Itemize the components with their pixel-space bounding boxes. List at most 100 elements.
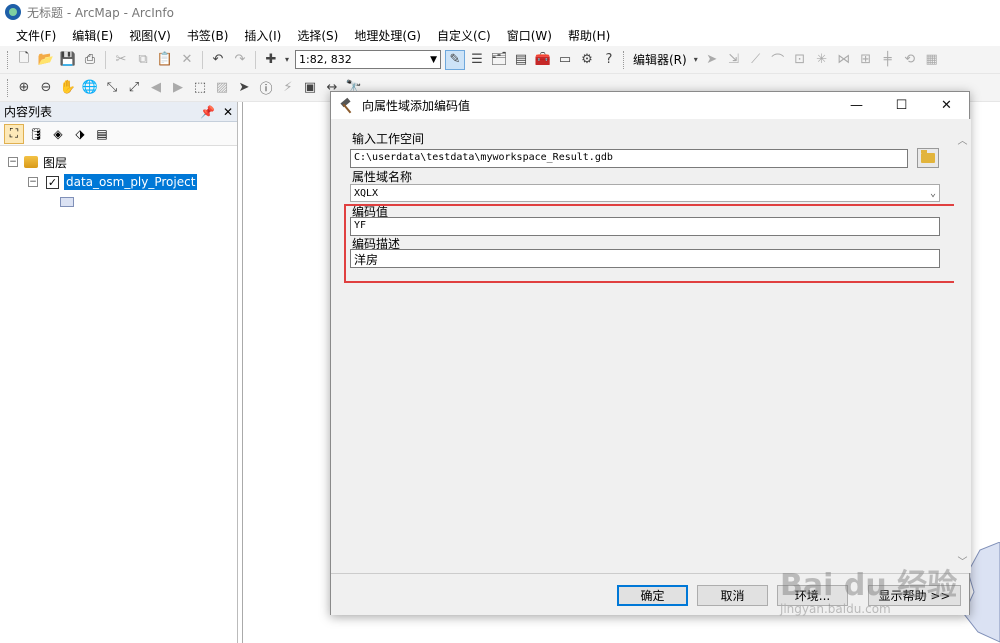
editor-menu-button[interactable]: 编辑器(R)	[629, 51, 691, 68]
cancel-button[interactable]: 取消	[697, 585, 768, 606]
menu-insert[interactable]: 插入(I)	[236, 27, 289, 44]
menubar: 文件(F) 编辑(E) 视图(V) 书签(B) 插入(I) 选择(S) 地理处理…	[0, 24, 1000, 46]
window-title: 无标题 - ArcMap - ArcInfo	[27, 5, 174, 20]
list-by-source-icon[interactable]: 🛢	[26, 124, 46, 144]
undo-icon[interactable]: ↶	[208, 50, 228, 70]
pan-icon[interactable]: ✋	[58, 78, 78, 98]
whats-this-icon[interactable]: ?	[599, 50, 619, 70]
domain-label: 属性域名称	[352, 170, 413, 184]
watermark-sub: jingyan.baidu.com	[780, 602, 891, 616]
full-extent-icon[interactable]: 🌐	[80, 78, 100, 98]
paste-icon[interactable]: 📋	[155, 50, 175, 70]
browse-button[interactable]	[917, 148, 939, 168]
hammer-icon	[339, 98, 355, 114]
layer-tree: − 图层 − ✓ data_osm_ply_Project	[0, 146, 237, 212]
search-window-icon[interactable]: ▤	[511, 50, 531, 70]
list-by-selection-icon[interactable]: ⬗	[70, 124, 90, 144]
list-by-visibility-icon[interactable]: ◈	[48, 124, 68, 144]
editor-toolbar-icon[interactable]: ✎	[445, 49, 465, 70]
layers-root-label[interactable]: 图层	[43, 154, 67, 171]
edit-vertices-icon[interactable]: ⋈	[834, 50, 854, 70]
endpoint-arc-icon[interactable]: ⌒	[768, 50, 788, 70]
trace-icon[interactable]: ⊡	[790, 50, 810, 70]
attributes-icon[interactable]: ▦	[922, 50, 942, 70]
edit-annotation-icon[interactable]: ⇲	[724, 50, 744, 70]
domain-select[interactable]: XQLX ⌄	[350, 184, 940, 202]
redo-icon[interactable]: ↷	[230, 50, 250, 70]
point-icon[interactable]: ✳	[812, 50, 832, 70]
dialog-body: 输入工作空间 C:\userdata\testdata\myworkspace_…	[337, 119, 971, 573]
save-icon[interactable]: 💾	[58, 50, 78, 70]
back-icon[interactable]: ◀	[146, 78, 166, 98]
print-icon[interactable]: ⎙	[80, 50, 100, 70]
close-icon[interactable]: ✕	[924, 92, 969, 119]
toc-window-icon[interactable]: ☰	[467, 50, 487, 70]
zoom-in-icon[interactable]: ⊕	[14, 78, 34, 98]
menu-customize[interactable]: 自定义(C)	[429, 27, 499, 44]
maximize-icon[interactable]: ☐	[879, 92, 924, 119]
html-popup-icon[interactable]: ▣	[300, 78, 320, 98]
menu-windows[interactable]: 窗口(W)	[499, 27, 560, 44]
folder-icon	[921, 150, 935, 163]
toc-toolbar: ⛶ 🛢 ◈ ⬗ ▤	[0, 122, 237, 146]
new-document-icon[interactable]: 🗋	[14, 50, 34, 70]
minimize-icon[interactable]: —	[834, 92, 879, 119]
pin-icon[interactable]: 📌	[200, 105, 215, 119]
toc-header: 内容列表 📌 ✕	[0, 102, 237, 122]
rotate-icon[interactable]: ⟲	[900, 50, 920, 70]
workspace-label: 输入工作空间	[352, 132, 425, 146]
dialog-scrollbar[interactable]: ︿ ﹀	[954, 119, 971, 573]
reshape-icon[interactable]: ⊞	[856, 50, 876, 70]
workspace-input[interactable]: C:\userdata\testdata\myworkspace_Result.…	[350, 149, 908, 168]
tree-row-symbol	[0, 192, 237, 212]
list-by-drawing-order-icon[interactable]: ⛶	[4, 123, 24, 144]
edit-tool-icon[interactable]: ➤	[702, 50, 722, 70]
clear-selection-icon[interactable]: ▨	[212, 78, 232, 98]
fixed-zoom-out-icon[interactable]: ⤢	[124, 78, 144, 98]
watermark-main: Bai du 经验	[780, 568, 958, 603]
modelbuilder-icon[interactable]: ⚙	[577, 50, 597, 70]
collapse-icon[interactable]: −	[28, 177, 38, 187]
arcmap-logo-icon	[5, 4, 21, 20]
menu-bookmarks[interactable]: 书签(B)	[179, 27, 237, 44]
close-icon[interactable]: ✕	[223, 105, 233, 119]
chevron-down-icon[interactable]: ▾	[692, 50, 700, 70]
domain-select-value: XQLX	[354, 187, 379, 199]
layer-visibility-checkbox[interactable]: ✓	[46, 175, 59, 189]
chevron-down-icon[interactable]: ▾	[283, 50, 291, 70]
forward-icon[interactable]: ▶	[168, 78, 188, 98]
python-window-icon[interactable]: ▭	[555, 50, 575, 70]
toolbar-grip[interactable]	[7, 78, 10, 97]
fixed-zoom-in-icon[interactable]: ⤡	[102, 78, 122, 98]
identify-icon[interactable]: ⓘ	[256, 78, 276, 98]
menu-help[interactable]: 帮助(H)	[560, 27, 618, 44]
ok-button[interactable]: 确定	[617, 585, 688, 606]
select-features-icon[interactable]: ⬚	[190, 78, 210, 98]
menu-selection[interactable]: 选择(S)	[289, 27, 346, 44]
layers-icon	[24, 156, 38, 168]
map-scale-input[interactable]: 1:82, 832 ▼	[295, 50, 441, 69]
copy-icon[interactable]: ⧉	[133, 50, 153, 70]
options-icon[interactable]: ▤	[92, 124, 112, 144]
catalog-window-icon[interactable]: 🗂	[489, 50, 509, 70]
toolbar-grip[interactable]	[7, 50, 10, 69]
zoom-out-icon[interactable]: ⊖	[36, 78, 56, 98]
split-icon[interactable]: ╪	[878, 50, 898, 70]
open-folder-icon[interactable]: 📂	[36, 50, 56, 70]
delete-icon[interactable]: ✕	[177, 50, 197, 70]
arctoolbox-icon[interactable]: 🧰	[533, 50, 553, 70]
menu-view[interactable]: 视图(V)	[121, 27, 179, 44]
select-elements-icon[interactable]: ➤	[234, 78, 254, 98]
layer-name[interactable]: data_osm_ply_Project	[64, 174, 198, 190]
hyperlink-icon[interactable]: ⚡	[278, 78, 298, 98]
menu-file[interactable]: 文件(F)	[8, 27, 64, 44]
straight-segment-icon[interactable]: ⟋	[746, 50, 766, 70]
add-data-icon[interactable]: ✚	[261, 50, 281, 70]
menu-edit[interactable]: 编辑(E)	[64, 27, 121, 44]
scroll-up-icon[interactable]: ︿	[954, 131, 971, 148]
collapse-icon[interactable]: −	[8, 157, 18, 167]
menu-geoprocessing[interactable]: 地理处理(G)	[346, 27, 429, 44]
toolbar-grip[interactable]	[623, 50, 626, 69]
polygon-symbol-icon[interactable]	[60, 197, 74, 207]
cut-icon[interactable]: ✂	[111, 50, 131, 70]
